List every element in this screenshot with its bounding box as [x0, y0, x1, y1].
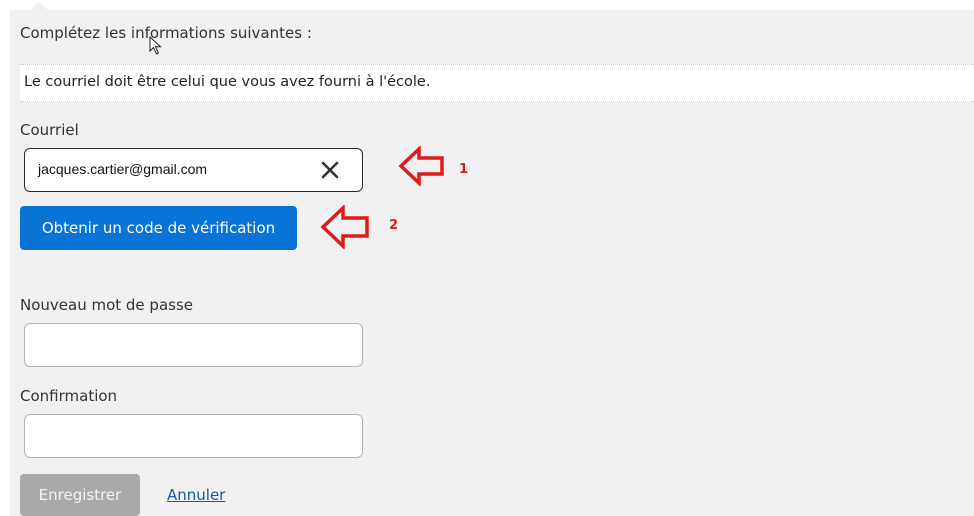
mouse-pointer-icon: [149, 35, 163, 61]
new-password-field[interactable]: [24, 323, 363, 367]
email-field[interactable]: jacques.cartier@gmail.com: [24, 148, 363, 192]
save-button[interactable]: Enregistrer: [20, 474, 140, 516]
info-message: Le courriel doit être celui que vous ave…: [24, 74, 431, 90]
close-icon[interactable]: [319, 159, 341, 181]
new-password-label: Nouveau mot de passe: [20, 296, 194, 314]
panel-pointer: [30, 2, 48, 10]
callout-2: 2: [389, 218, 399, 233]
email-label: Courriel: [20, 121, 79, 139]
email-value[interactable]: jacques.cartier@gmail.com: [38, 161, 207, 177]
callout-1: 1: [459, 162, 469, 177]
confirmation-field[interactable]: [24, 414, 363, 458]
annotation-arrow-1-icon: [398, 144, 448, 191]
cancel-link[interactable]: Annuler: [167, 486, 225, 504]
intro-text: Complétez les informations suivantes :: [20, 24, 312, 42]
annotation-arrow-2-icon: [320, 203, 372, 254]
info-message-box: Le courriel doit être celui que vous ave…: [20, 64, 974, 102]
get-verification-code-button[interactable]: Obtenir un code de vérification: [20, 206, 297, 250]
confirmation-label: Confirmation: [20, 387, 118, 405]
